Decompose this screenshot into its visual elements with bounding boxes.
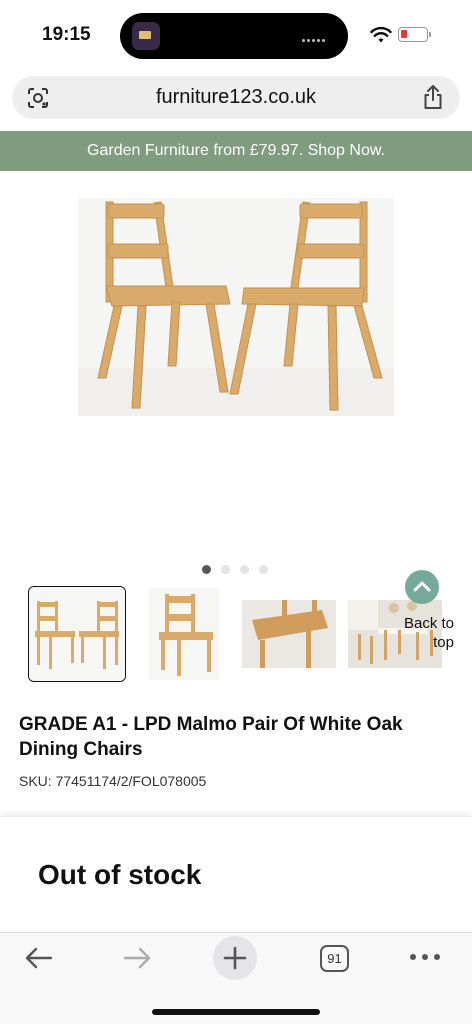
thumbnail-2[interactable] [149, 588, 219, 680]
forward-arrow-icon[interactable] [122, 946, 152, 970]
gallery-pager[interactable] [202, 561, 278, 574]
thumbnail-3[interactable] [242, 600, 336, 668]
pager-dot[interactable] [221, 565, 230, 574]
status-time: 19:15 [42, 24, 91, 45]
pager-dot[interactable] [240, 565, 249, 574]
tabs-button[interactable]: 91 [320, 945, 349, 972]
url-text[interactable]: furniture123.co.uk [12, 86, 460, 109]
new-tab-button[interactable] [213, 936, 257, 980]
back-arrow-icon[interactable] [24, 946, 54, 970]
thumbnail-chairs-pair [29, 587, 125, 681]
status-bar: 19:15 [0, 0, 472, 70]
product-sku: SKU: 77451174/2/FOL078005 [19, 773, 207, 789]
thumbnail-chair-detail [242, 600, 336, 668]
thumbnail-single-chair [159, 594, 213, 676]
stock-status: Out of stock [38, 859, 202, 890]
wifi-icon [370, 26, 392, 43]
browser-toolbar: 91 [0, 932, 472, 1024]
more-icon[interactable] [408, 953, 442, 961]
audio-indicator-icon [302, 32, 334, 43]
share-icon[interactable] [422, 84, 444, 110]
plus-icon [223, 946, 247, 970]
pager-dot[interactable] [259, 565, 268, 574]
product-title: GRADE A1 - LPD Malmo Pair Of White Oak D… [19, 714, 403, 760]
thumbnail-1-selected[interactable] [28, 586, 126, 682]
address-bar[interactable]: furniture123.co.uk [12, 76, 460, 119]
pager-dot-active[interactable] [202, 565, 211, 574]
product-main-image[interactable] [78, 198, 394, 416]
dynamic-island[interactable] [120, 13, 348, 59]
battery-icon [398, 27, 431, 42]
promo-banner[interactable]: Garden Furniture from £79.97. Shop Now. [0, 131, 472, 171]
home-indicator[interactable] [152, 1009, 320, 1015]
chevron-up-icon [413, 581, 431, 592]
live-activity-app-icon [132, 22, 160, 50]
stock-panel: Out of stock [0, 816, 472, 932]
back-to-top-button[interactable] [405, 570, 439, 604]
back-to-top-label[interactable]: Back to top [392, 614, 454, 652]
chairs-illustration [78, 198, 394, 416]
